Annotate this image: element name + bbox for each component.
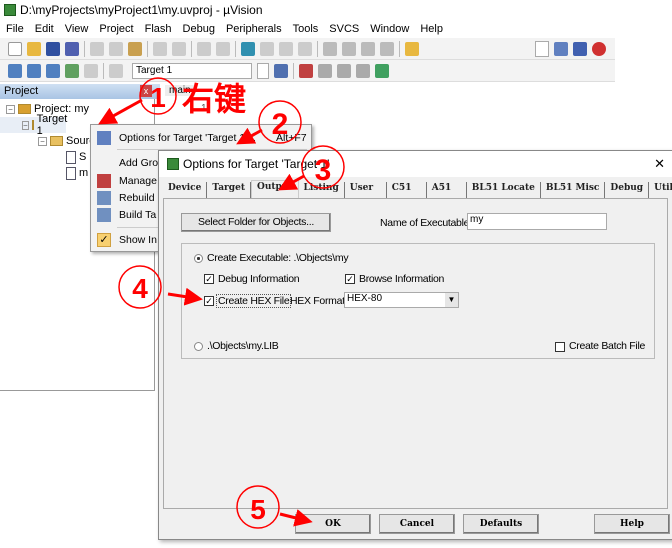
step-5-arrow [279,509,313,527]
annotation-overlay: 1 2 3 4 5 右键 [98,77,345,529]
step-1-arrow [98,98,143,125]
step-5-label: 5 [250,494,266,525]
step-4-arrow [167,287,203,306]
step-2-arrow [236,127,263,145]
step-2-label: 2 [272,108,289,141]
step-1-label: 1 [150,82,166,113]
step-1-right-click-text: 右键 [182,81,246,117]
step-4-label: 4 [132,273,148,304]
step-3-label: 3 [315,154,332,187]
step-3-arrow [278,173,305,191]
